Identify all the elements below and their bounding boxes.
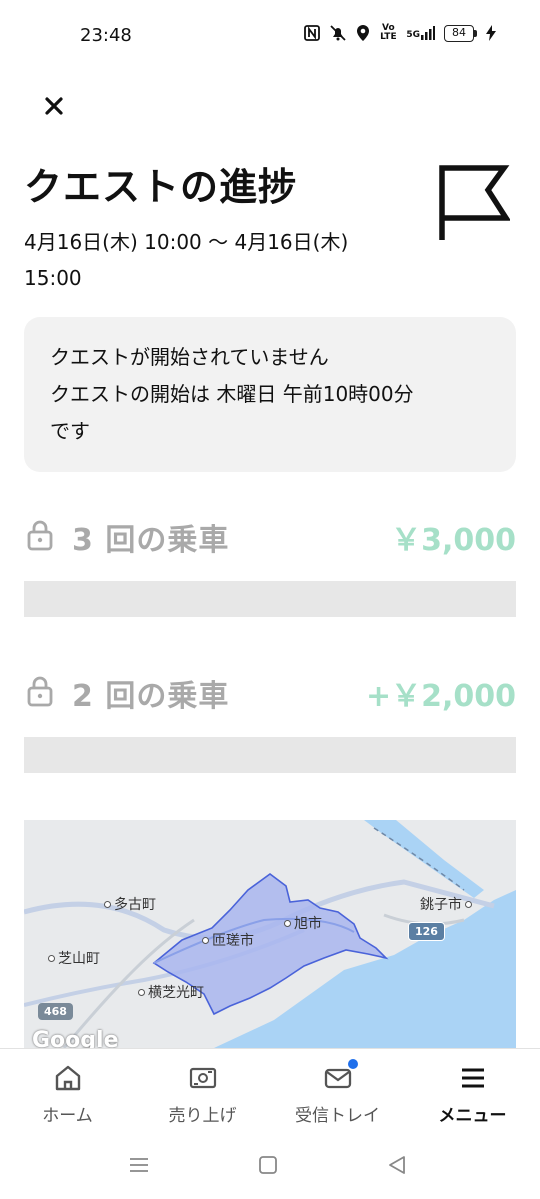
recent-apps-icon[interactable] [128,1154,150,1176]
quest-tier-1: 3 回の乗車 ￥3,000 [24,509,516,569]
system-navigation [0,1134,540,1199]
battery-level: 84 [444,24,474,42]
status-time: 23:48 [80,25,132,46]
nav-home[interactable]: ホーム [0,1049,135,1135]
quest-tier-2: 2 回の乗車 +￥2,000 [24,665,516,725]
map-label-tako: 多古町 [104,894,156,914]
route-badge-468: 468 [38,1003,73,1020]
location-icon [356,24,370,42]
volte-icon: Vo LTE [380,23,397,42]
inbox-notification-dot [348,1059,358,1069]
quest-date-range: 4月16日(木) 10:00 〜 4月16日(木) 15:00 [24,230,349,290]
home-icon [55,1065,80,1091]
status-bar: 23:48 Vo LTE 5G 84 [0,0,540,72]
nav-earnings[interactable]: 売り上げ [135,1049,270,1135]
map-label-sosa: 匝瑳市 [202,930,254,950]
map-label-shibayama: 芝山町 [48,948,100,968]
close-button[interactable] [36,88,72,124]
status-icons: Vo LTE 5G 84 [304,24,496,42]
home-system-icon[interactable] [257,1154,279,1176]
battery-icon: 84 [444,24,477,42]
quest-area-map[interactable]: 多古町 芝山町 匝瑳市 旭市 横芝光町 銚子市 126 468 Google [24,820,516,1048]
lock-icon [27,520,53,551]
tier-label: 3 回の乗車 [72,523,230,558]
nav-menu[interactable]: メニュー [405,1049,540,1135]
bottom-navigation: ホーム 売り上げ 受信トレイ メニュー [0,1048,540,1134]
signal-icon: 5G [406,26,435,40]
nfc-icon [304,25,321,41]
tier-label: 2 回の乗車 [72,679,230,714]
quest-status-card: クエストが開始されていません クエストの開始は 木曜日 午前10時00分 です [24,317,516,472]
network-type: 5G [406,30,420,40]
tier-reward: ￥3,000 [391,523,516,558]
inbox-icon [324,1068,351,1089]
nav-earnings-label: 売り上げ [168,1106,237,1126]
map-label-yokoshibahikari: 横芝光町 [138,982,204,1002]
nav-home-label: ホーム [42,1106,93,1126]
nav-menu-label: メニュー [438,1106,507,1126]
notice-status: クエストが開始されていません [50,345,329,369]
tier-2-progress-bar [24,737,516,773]
route-badge-126: 126 [408,922,445,941]
tier-1-progress-bar [24,581,516,617]
mute-icon [329,25,347,41]
lock-icon [27,676,53,707]
page-title: クエストの進捗 [24,165,298,209]
menu-icon [461,1068,484,1088]
map-label-choshi: 銚子市 [420,894,472,914]
notice-start-time-suffix: です [50,419,90,443]
tier-reward: +￥2,000 [365,679,516,714]
google-logo: Google [32,1028,119,1048]
earnings-icon [189,1067,216,1089]
back-icon[interactable] [386,1154,408,1176]
nav-inbox[interactable]: 受信トレイ [270,1049,405,1135]
nav-inbox-label: 受信トレイ [295,1106,380,1126]
map-label-asahi: 旭市 [284,913,322,933]
charging-icon [486,25,496,41]
notice-start-time: クエストの開始は 木曜日 午前10時00分 [50,382,414,406]
close-icon [45,97,63,115]
flag-icon [439,165,510,240]
